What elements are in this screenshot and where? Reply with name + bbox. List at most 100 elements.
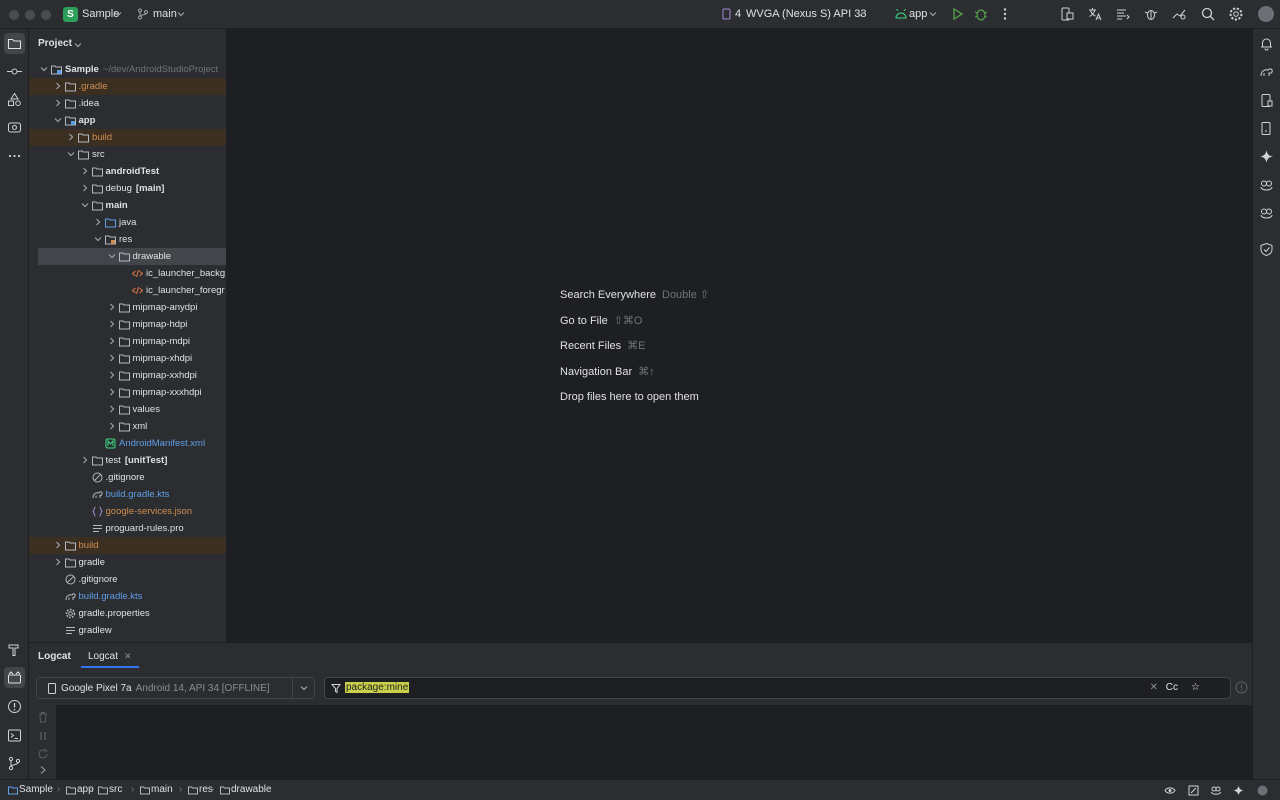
tree-row[interactable]: .idea (29, 95, 226, 112)
chevron-right-icon[interactable] (94, 218, 102, 226)
build-tool-button[interactable] (4, 639, 25, 660)
more-vertical-icon[interactable] (997, 6, 1013, 22)
tab-logcat[interactable]: Logcat ✕ (81, 643, 139, 668)
tree-row[interactable]: test [unitTest] (29, 452, 226, 469)
chevron-right-icon[interactable] (108, 337, 116, 345)
chevron-down-icon[interactable] (40, 65, 48, 73)
app-inspection-icon[interactable] (1171, 6, 1187, 22)
tree-row[interactable]: build (29, 537, 226, 554)
chevron-right-icon[interactable] (81, 167, 89, 175)
gemini-status-icon[interactable] (1233, 785, 1244, 796)
tree-row[interactable]: androidTest (29, 163, 226, 180)
commit-tool-button[interactable] (4, 61, 25, 82)
chevron-down-icon[interactable] (108, 252, 116, 260)
tree-row[interactable]: res (29, 231, 226, 248)
help-icon[interactable] (1235, 681, 1248, 694)
pause-icon[interactable] (37, 730, 49, 742)
chevron-right-icon[interactable] (37, 764, 49, 776)
chevron-down-icon[interactable] (67, 150, 75, 158)
copilot-chat-icon[interactable] (1259, 206, 1274, 221)
breadcrumb-item[interactable]: src (109, 784, 122, 795)
tree-row[interactable]: mipmap-xxxhdpi (29, 384, 226, 401)
logcat-filter-input[interactable]: package:mine ✕ Cc ☆ (324, 677, 1231, 699)
tree-row[interactable]: mipmap-hdpi (29, 316, 226, 333)
breadcrumb-item[interactable]: drawable (231, 784, 272, 795)
tree-row[interactable]: build (29, 129, 226, 146)
gemini-sparkle-icon[interactable] (1259, 149, 1274, 164)
debug-icon[interactable] (973, 6, 989, 22)
chevron-right-icon[interactable] (54, 82, 62, 90)
version-control-button[interactable] (4, 753, 25, 774)
gear-icon[interactable] (1228, 6, 1244, 22)
problems-tool-button[interactable] (4, 696, 25, 717)
window-zoom-button[interactable] (41, 10, 51, 20)
project-panel-title[interactable]: Project (38, 38, 72, 49)
chevron-right-icon[interactable] (108, 371, 116, 379)
chevron-right-icon[interactable] (108, 320, 116, 328)
more-tools-button[interactable] (4, 145, 25, 166)
run-configuration[interactable]: app (909, 8, 927, 20)
chevron-right-icon[interactable] (108, 422, 116, 430)
tree-row[interactable]: .gitignore (29, 469, 226, 486)
tree-row[interactable]: ic_launcher_foregr (29, 282, 226, 299)
edit-icon[interactable] (1188, 785, 1199, 796)
tree-row[interactable]: values (29, 401, 226, 418)
tree-row[interactable]: mipmap-xhdpi (29, 350, 226, 367)
chevron-right-icon[interactable] (108, 303, 116, 311)
tree-row[interactable]: proguard-rules.pro (29, 520, 226, 537)
chevron-right-icon[interactable] (81, 184, 89, 192)
tree-row[interactable]: app (29, 112, 226, 129)
search-icon[interactable] (1200, 6, 1216, 22)
bug-settings-icon[interactable] (1143, 6, 1159, 22)
copilot-icon[interactable] (1259, 178, 1274, 193)
shield-icon[interactable] (1259, 242, 1274, 257)
chevron-right-icon[interactable] (67, 133, 75, 141)
device-explorer-button[interactable] (4, 117, 25, 138)
chevron-right-icon[interactable] (108, 354, 116, 362)
device-selector[interactable]: WVGA (Nexus S) API 33 (746, 8, 866, 20)
chevron-down-icon[interactable] (94, 235, 102, 243)
account-icon[interactable] (1257, 785, 1268, 796)
tree-row[interactable]: google-services.json (29, 503, 226, 520)
tree-row[interactable]: mipmap-anydpi (29, 299, 226, 316)
resource-manager-button[interactable] (4, 89, 25, 110)
tree-row[interactable]: gradle (29, 554, 226, 571)
match-case-toggle[interactable]: Cc (1166, 682, 1178, 693)
running-devices-icon[interactable] (1259, 121, 1274, 136)
chevron-down-icon[interactable] (81, 201, 89, 209)
tree-row[interactable]: .gitignore (29, 571, 226, 588)
copilot-status-icon[interactable] (1210, 785, 1222, 796)
tree-row[interactable]: gradle.properties (29, 605, 226, 622)
logcat-device-select[interactable]: Google Pixel 7a Android 14, API 34 [OFFLI… (36, 677, 315, 699)
tree-row[interactable]: AndroidManifest.xml (29, 435, 226, 452)
eye-icon[interactable] (1164, 785, 1176, 796)
chevron-down-icon[interactable] (54, 116, 62, 124)
tree-row[interactable]: Sample ~/dev/AndroidStudioProject (29, 61, 226, 78)
tree-row[interactable]: drawable (38, 248, 226, 265)
breadcrumb-item[interactable]: main (151, 784, 173, 795)
tree-row[interactable]: build.gradle.kts (29, 588, 226, 605)
tree-row[interactable]: main (29, 197, 226, 214)
chevron-right-icon[interactable] (54, 541, 62, 549)
tree-row[interactable]: xml (29, 418, 226, 435)
chevron-right-icon[interactable] (54, 558, 62, 566)
trash-icon[interactable] (37, 711, 49, 723)
chevron-right-icon[interactable] (54, 99, 62, 107)
device-dropdown-button[interactable] (292, 678, 314, 698)
logcat-tool-button[interactable] (4, 667, 25, 688)
run-icon[interactable] (950, 6, 966, 22)
chevron-down-icon[interactable] (74, 41, 82, 49)
tree-row[interactable]: java (29, 214, 226, 231)
clear-icon[interactable]: ✕ (1150, 682, 1158, 693)
gradle-icon[interactable] (1259, 65, 1274, 80)
terminal-tool-button[interactable] (4, 725, 25, 746)
restart-icon[interactable] (37, 748, 49, 760)
chevron-right-icon[interactable] (108, 405, 116, 413)
bell-icon[interactable] (1259, 36, 1274, 51)
translate-icon[interactable] (1087, 6, 1103, 22)
device-manager-icon[interactable] (1059, 6, 1075, 22)
window-close-button[interactable] (9, 10, 19, 20)
tree-row[interactable]: gradlew (29, 622, 226, 639)
project-badge[interactable]: S (63, 7, 78, 22)
breadcrumb-item[interactable]: Sample (19, 784, 53, 795)
